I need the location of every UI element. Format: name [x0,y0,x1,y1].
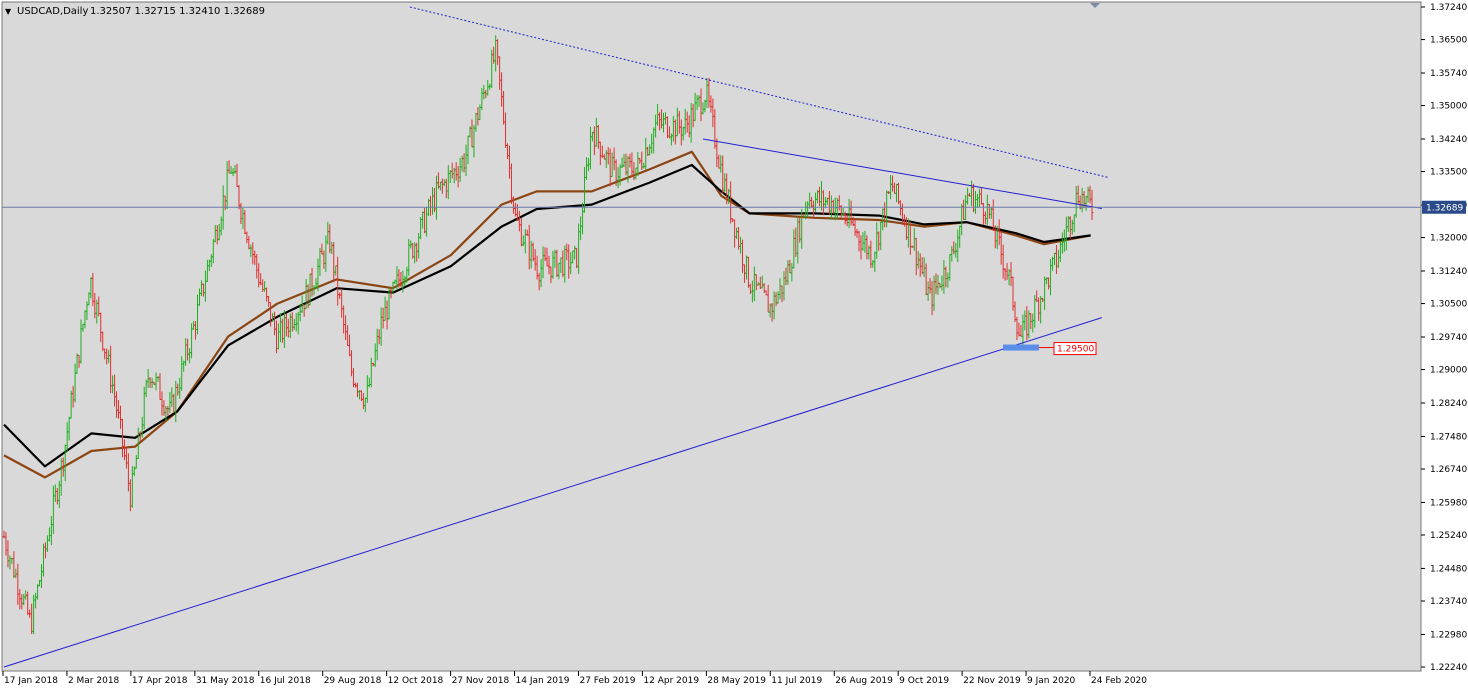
y-tick-label: 1.34240 [1430,135,1467,145]
x-tick-label: 22 Nov 2019 [963,676,1021,686]
y-tick-label: 1.36500 [1430,36,1467,46]
y-tick-label: 1.28240 [1430,399,1467,409]
x-tick-label: 12 Apr 2019 [643,676,699,686]
chart-header: ▼ USDCAD,Daily 1.32507 1.32715 1.32410 1… [5,6,265,17]
x-tick-label: 9 Oct 2019 [899,676,949,686]
x-tick-label: 12 Oct 2018 [388,676,444,686]
y-tick-label: 1.32000 [1430,234,1467,244]
y-tick-label: 1.25240 [1430,531,1467,541]
x-tick-label: 31 May 2018 [196,676,255,686]
y-tick-label: 1.29740 [1430,333,1467,343]
y-tick-label: 1.23740 [1430,597,1467,607]
x-tick-label: 27 Nov 2018 [452,676,510,686]
price-chart[interactable]: 1.37240 1.36500 1.35740 1.35000 1.34240 1.335… [0,0,1468,692]
x-tick-label: 14 Jan 2019 [516,676,570,686]
chart-window[interactable]: 1.37240 1.36500 1.35740 1.35000 1.34240 1.335… [0,0,1468,692]
current-price-badge: 1.32689 [1422,200,1466,214]
y-tick-label: 1.35000 [1430,102,1467,112]
x-tick-label: 2 Mar 2018 [68,676,120,686]
current-price-label: 1.32689 [1426,204,1463,214]
y-tick-label: 1.33500 [1430,168,1467,178]
y-tick-label: 1.31240 [1430,267,1467,277]
menu-arrow-icon[interactable]: ▼ [5,7,12,16]
x-tick-label: 28 May 2019 [707,676,766,686]
x-tick-label: 29 Aug 2018 [324,676,382,686]
y-tick-label: 1.35740 [1430,69,1467,79]
x-tick-label: 24 Feb 2020 [1091,676,1147,686]
y-tick-label: 1.30500 [1430,300,1467,310]
y-tick-label: 1.26740 [1430,465,1467,475]
x-tick-label: 9 Jan 2020 [1027,676,1075,686]
y-tick-label: 1.29000 [1430,366,1467,376]
x-tick-label: 27 Feb 2019 [579,676,635,686]
x-tick-label: 16 Jul 2018 [260,676,311,686]
plot-area[interactable] [1,1,1422,672]
level-zone[interactable] [1003,344,1039,351]
y-tick-label: 1.24480 [1430,564,1467,574]
symbol-label: USDCAD,Daily [17,6,88,17]
y-tick-label: 1.22980 [1430,630,1467,640]
y-tick-label: 1.25980 [1430,498,1467,508]
x-tick-label: 17 Jan 2018 [4,676,58,686]
x-tick-label: 11 Jul 2019 [771,676,822,686]
y-tick-label: 1.27480 [1430,432,1467,442]
y-tick-label: 1.22240 [1430,663,1467,673]
y-tick-label: 1.37240 [1430,3,1467,13]
x-tick-label: 17 Apr 2018 [132,676,188,686]
level-label: 1.29500 [1057,345,1094,355]
x-tick-label: 26 Aug 2019 [835,676,893,686]
ohlc-values: 1.32507 1.32715 1.32410 1.32689 [90,6,265,17]
